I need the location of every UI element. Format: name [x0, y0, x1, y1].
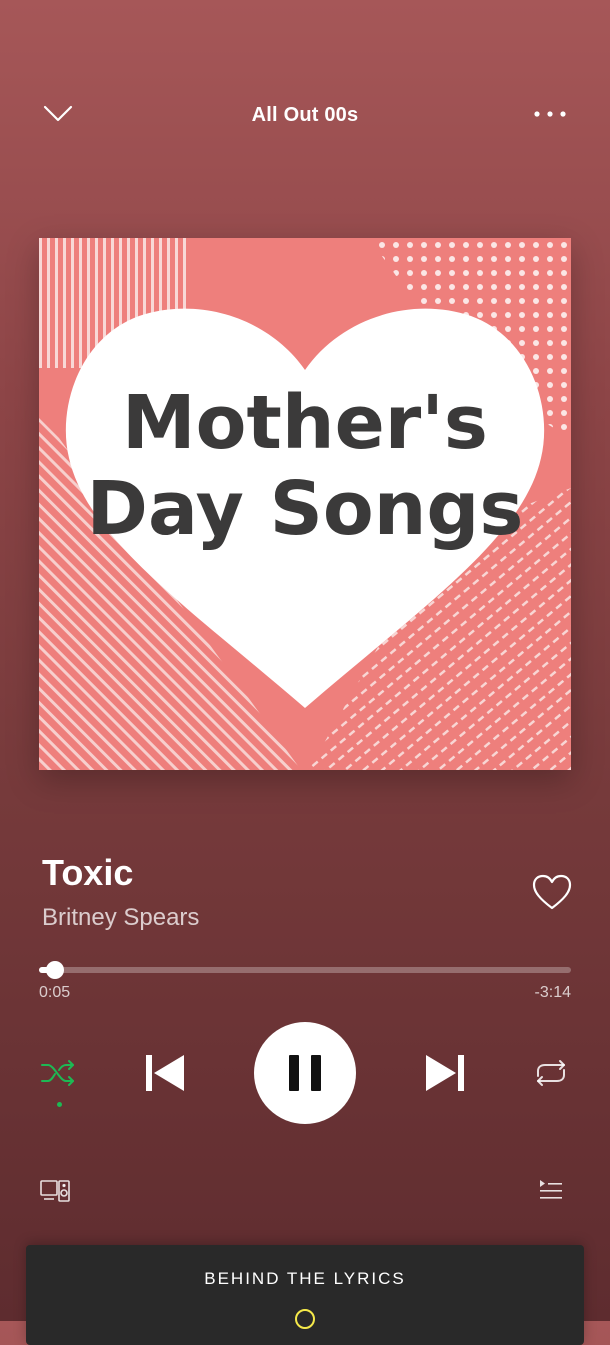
- album-cover: Mother's Day Songs: [39, 238, 571, 770]
- queue-icon[interactable]: [538, 1178, 564, 1204]
- player-header: All Out 00s: [0, 92, 610, 140]
- track-artist[interactable]: Britney Spears: [42, 904, 199, 932]
- progress-handle[interactable]: [45, 961, 64, 979]
- behind-the-lyrics-label: BEHIND THE LYRICS: [204, 1269, 406, 1288]
- track-title[interactable]: Toxic: [42, 852, 133, 894]
- elapsed-time: 0:05: [39, 984, 71, 1001]
- progress-track: [39, 967, 571, 973]
- cover-text-line1: Mother's: [122, 380, 488, 466]
- progress-bar[interactable]: [39, 958, 571, 982]
- pause-button[interactable]: [254, 1022, 356, 1124]
- lightbulb-icon: [295, 1309, 315, 1329]
- behind-the-lyrics-card[interactable]: BEHIND THE LYRICS: [26, 1245, 584, 1345]
- remaining-time: -3:14: [534, 984, 571, 1001]
- cover-text-line2: Day Songs: [87, 466, 524, 552]
- skip-forward-icon[interactable]: [424, 1053, 468, 1093]
- playlist-title: All Out 00s: [251, 104, 359, 126]
- playback-controls: [0, 1020, 610, 1130]
- devices-icon[interactable]: [40, 1178, 70, 1204]
- skip-back-icon[interactable]: [142, 1053, 186, 1093]
- more-horizontal-icon[interactable]: [532, 104, 568, 124]
- shuffle-icon[interactable]: [40, 1058, 76, 1088]
- heart-icon[interactable]: [532, 874, 572, 912]
- pause-icon: [289, 1055, 321, 1091]
- cover-artwork: Mother's Day Songs: [39, 238, 571, 770]
- shuffle-active-indicator: [57, 1102, 62, 1107]
- repeat-icon[interactable]: [532, 1058, 570, 1088]
